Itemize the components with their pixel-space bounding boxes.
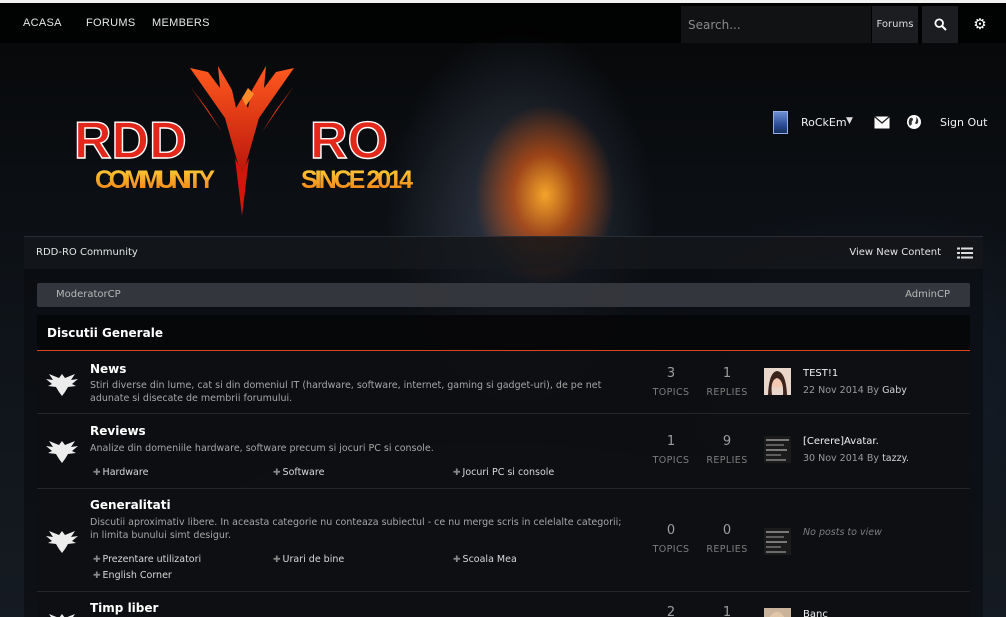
plus-icon: ✚	[273, 468, 281, 478]
forum-description: Stiri diverse din lume, cat si din domen…	[90, 380, 602, 404]
view-new-content-link[interactable]: View New Content	[849, 247, 941, 258]
top-navigation-bar: ACASA FORUMS MEMBERS Forums ⚙	[0, 3, 1006, 43]
forum-title[interactable]: Generalitati	[90, 498, 171, 512]
search-input[interactable]	[681, 6, 871, 43]
forum-title[interactable]: Timp liber	[90, 601, 158, 615]
eagle-icon	[46, 614, 78, 617]
subforum-link[interactable]: ✚ Scoala Mea	[453, 554, 517, 565]
subforum-link[interactable]: ✚ Prezentare utilizatori	[93, 554, 201, 565]
user-menu-name[interactable]: RoCkEm	[801, 116, 847, 129]
nav-home-link[interactable]: ACASA	[23, 17, 62, 29]
plus-icon: ✚	[273, 555, 281, 565]
forum-title[interactable]: Reviews	[90, 424, 146, 438]
last-post-title[interactable]: Banc	[803, 609, 828, 617]
forum-row-news: News Stiri diverse din lume, cat si din …	[37, 352, 970, 414]
gear-icon: ⚙	[973, 15, 987, 33]
site-logo[interactable]: RDD RO COMMUNITY SINCE 2014	[70, 58, 415, 220]
moderatorcp-link[interactable]: ModeratorCP	[56, 289, 121, 300]
subforum-link[interactable]: ✚ Software	[273, 467, 324, 478]
globe-icon[interactable]	[906, 114, 922, 130]
topics-label: TOPICS	[652, 544, 690, 555]
topics-label: TOPICS	[652, 387, 690, 398]
category-header: Discutii Generale	[37, 315, 970, 351]
eagle-icon	[46, 374, 78, 396]
forum-description: Analize din domeniile hardware, software…	[90, 443, 434, 454]
topics-count: 1	[666, 434, 676, 449]
last-poster-avatar[interactable]	[764, 436, 791, 463]
replies-label: REPLIES	[706, 455, 748, 466]
sign-out-link[interactable]: Sign Out	[940, 116, 987, 129]
moderator-bar: ModeratorCP AdminCP	[37, 283, 970, 307]
replies-count: 9	[722, 434, 732, 449]
category-title[interactable]: Discutii Generale	[47, 326, 163, 340]
list-icon[interactable]	[957, 247, 973, 259]
breadcrumb-root[interactable]: RDD-RO Community	[36, 247, 138, 258]
replies-count: 0	[722, 523, 732, 538]
forum-row-timp-liber: Timp liber 2 1 Banc	[37, 592, 970, 617]
logo-left-text: RDD	[74, 112, 187, 170]
plus-icon: ✚	[93, 468, 101, 478]
subforum-link[interactable]: ✚ Hardware	[93, 467, 148, 478]
last-poster-name[interactable]: tazzy.	[882, 453, 909, 464]
replies-label: REPLIES	[706, 544, 748, 555]
topics-count: 3	[666, 366, 676, 381]
last-post-title[interactable]: [Cerere]Avatar.	[803, 436, 879, 447]
replies-count: 1	[722, 366, 732, 381]
topics-count: 0	[666, 523, 676, 538]
last-poster-name[interactable]: Gaby	[882, 385, 907, 396]
forum-description: Discutii aproximativ libere. In aceasta …	[90, 517, 622, 541]
last-poster-avatar[interactable]	[764, 608, 791, 617]
mail-icon[interactable]	[874, 116, 890, 129]
logo-tagline-right: SINCE 2014	[301, 166, 413, 194]
replies-label: REPLIES	[706, 387, 748, 398]
subforum-link[interactable]: ✚ Urari de bine	[273, 554, 344, 565]
nav-members-link[interactable]: MEMBERS	[152, 17, 210, 29]
topics-count: 2	[666, 605, 676, 617]
last-poster-avatar	[764, 528, 791, 555]
plus-icon: ✚	[453, 468, 461, 478]
search-icon	[933, 18, 947, 31]
plus-icon: ✚	[93, 571, 101, 581]
forum-row-reviews: Reviews Analize din domeniile hardware, …	[37, 414, 970, 489]
search-scope-button[interactable]: Forums	[872, 6, 918, 43]
chevron-down-icon[interactable]: ▼	[846, 116, 853, 126]
eagle-icon	[46, 531, 78, 553]
forum-title[interactable]: News	[90, 362, 126, 376]
last-poster-avatar[interactable]	[764, 368, 791, 395]
last-post-title[interactable]: TEST!1	[803, 368, 838, 379]
last-post-meta: 30 Nov 2014 By tazzy.	[803, 453, 909, 464]
subforum-link[interactable]: ✚ Jocuri PC si console	[453, 467, 554, 478]
search-button[interactable]	[922, 6, 958, 43]
no-posts-text: No posts to view	[803, 527, 882, 538]
admincp-link[interactable]: AdminCP	[905, 289, 950, 300]
subforum-link[interactable]: ✚ English Corner	[93, 570, 172, 581]
topics-label: TOPICS	[652, 455, 690, 466]
last-post-meta: 22 Nov 2014 By Gaby	[803, 385, 907, 396]
replies-count: 1	[722, 605, 732, 617]
plus-icon: ✚	[93, 555, 101, 565]
logo-tagline-left: COMMUNITY	[95, 166, 215, 194]
nav-forums-link[interactable]: FORUMS	[86, 17, 135, 29]
user-avatar[interactable]	[773, 111, 788, 134]
eagle-icon	[46, 441, 78, 463]
settings-button[interactable]: ⚙	[962, 6, 998, 43]
forum-row-generalitati: Generalitati Discutii aproximativ libere…	[37, 489, 970, 592]
plus-icon: ✚	[453, 555, 461, 565]
breadcrumb: RDD-RO Community View New Content	[24, 236, 983, 269]
logo-right-text: RO	[310, 112, 388, 170]
